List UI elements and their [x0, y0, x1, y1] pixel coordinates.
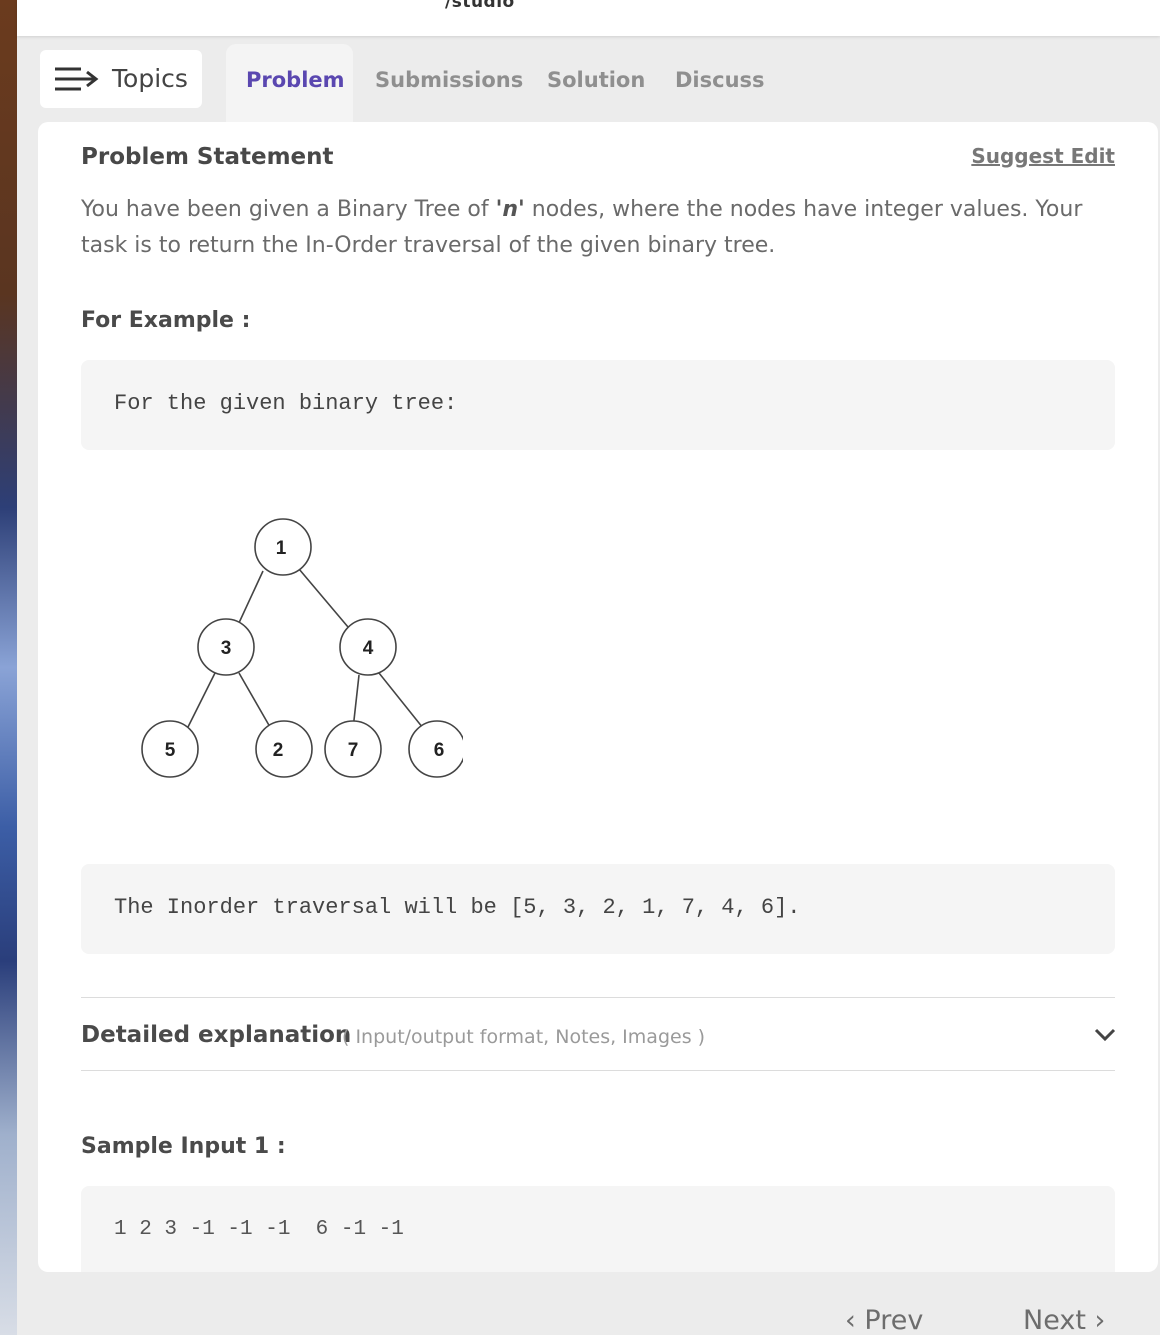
tree-node-label: 2 [273, 740, 284, 761]
chevron-right-icon: › [1094, 1305, 1106, 1335]
breadcrumb[interactable]: /studio [445, 0, 515, 12]
sample-input-heading: Sample Input 1 : [81, 1134, 286, 1159]
statement-variable: 'n' [495, 197, 525, 222]
suggest-edit-link[interactable]: Suggest Edit [971, 144, 1115, 168]
detailed-explanation-subtitle: ( Input/output format, Notes, Images ) [342, 1026, 706, 1048]
next-label: Next [1023, 1305, 1086, 1335]
tree-node [255, 720, 313, 778]
tree-node-label: 3 [221, 638, 232, 659]
tree-node-label: 7 [348, 740, 359, 761]
result-code-block: The Inorder traversal will be [5, 3, 2, … [81, 864, 1115, 954]
tab-submissions[interactable]: Submissions [375, 68, 523, 92]
topics-label: Topics [112, 64, 188, 93]
detailed-explanation-toggle[interactable]: Detailed explanation [81, 1022, 351, 1048]
next-button[interactable]: Next › [1023, 1305, 1105, 1335]
tree-node-label: 5 [165, 740, 176, 761]
app-window: /studio Topics Problem Submissions Solut… [17, 0, 1160, 1335]
prev-button[interactable]: ‹ Prev [845, 1305, 923, 1335]
sample-input-block: 1 2 3 -1 -1 -1 6 -1 -1 [81, 1186, 1115, 1272]
tree-node-label: 6 [434, 740, 445, 761]
chevron-down-icon[interactable] [1092, 1022, 1118, 1048]
problem-statement: You have been given a Binary Tree of 'n'… [81, 192, 1111, 264]
tab-discuss[interactable]: Discuss [675, 68, 765, 92]
tab-solution[interactable]: Solution [547, 68, 645, 92]
tree-node-label: 1 [276, 538, 287, 559]
example-heading: For Example : [81, 308, 251, 333]
menu-arrow-icon [55, 67, 99, 91]
tree-node-label: 4 [363, 638, 374, 659]
problem-card: Problem Statement Suggest Edit You have … [38, 122, 1158, 1272]
divider [81, 1070, 1115, 1071]
prev-label: Prev [864, 1305, 924, 1335]
chevron-left-icon: ‹ [845, 1305, 856, 1335]
top-bar: /studio [17, 0, 1160, 36]
divider [81, 997, 1115, 998]
desktop-background [0, 0, 17, 1335]
binary-tree-diagram: 1 3 4 5 2 7 6 [141, 518, 463, 778]
tab-problem[interactable]: Problem [246, 68, 345, 92]
topics-button[interactable]: Topics [40, 50, 202, 108]
statement-text-pre: You have been given a Binary Tree of [81, 197, 496, 222]
example-code-block: For the given binary tree: [81, 360, 1115, 450]
problem-title: Problem Statement [81, 144, 334, 170]
